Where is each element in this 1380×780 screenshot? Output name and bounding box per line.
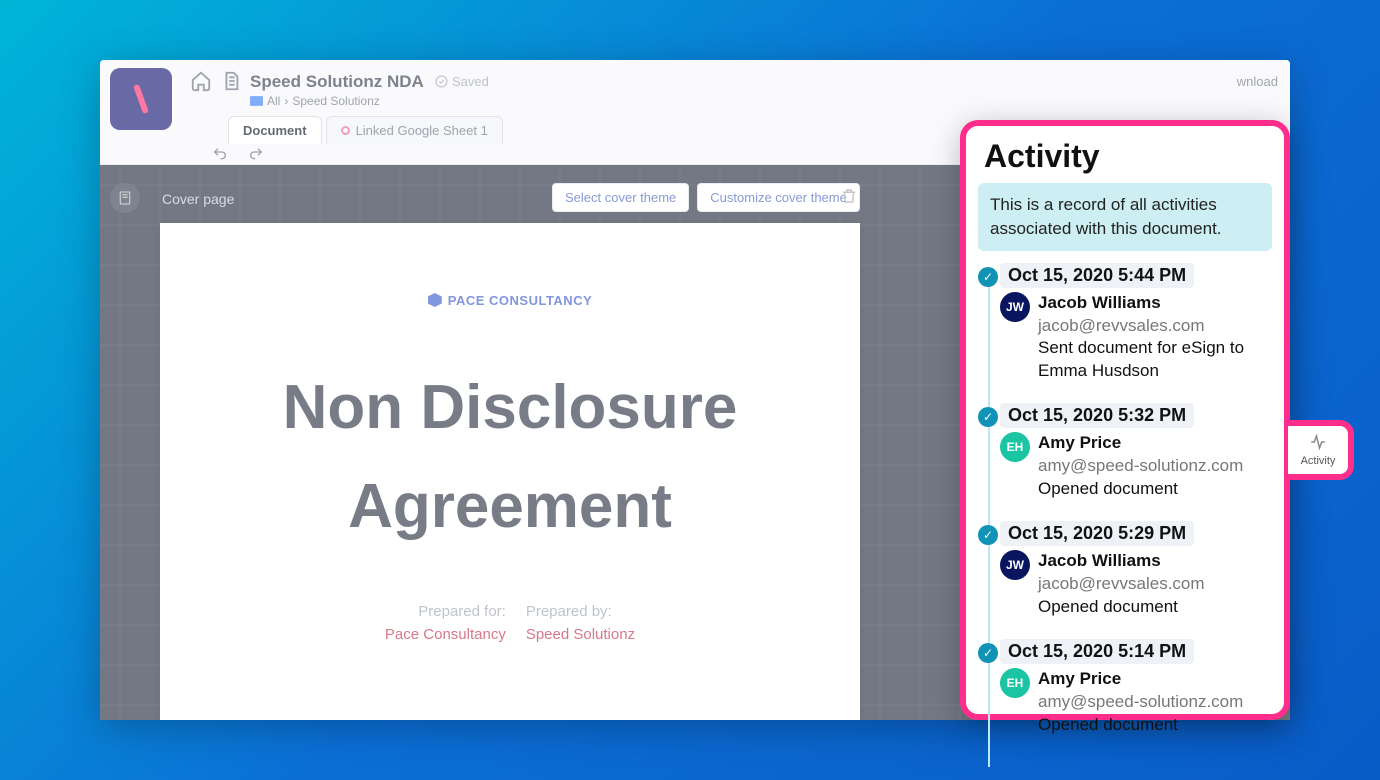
activity-action: Sent document for eSign to Emma Husdson bbox=[1038, 337, 1270, 383]
activity-timestamp: Oct 15, 2020 5:14 PM bbox=[1000, 639, 1194, 664]
avatar: EH bbox=[1000, 432, 1030, 462]
activity-item[interactable]: ✓Oct 15, 2020 5:32 PMEHAmy Priceamy@spee… bbox=[1000, 403, 1270, 501]
check-icon: ✓ bbox=[978, 643, 998, 663]
activity-action: Opened document bbox=[1038, 596, 1205, 619]
activity-user-email: jacob@revvsales.com bbox=[1038, 573, 1205, 596]
activity-user-email: jacob@revvsales.com bbox=[1038, 315, 1270, 338]
activity-user-name: Jacob Williams bbox=[1038, 550, 1205, 573]
activity-action: Opened document bbox=[1038, 478, 1243, 501]
activity-panel: Activity This is a record of all activit… bbox=[960, 120, 1290, 720]
check-icon: ✓ bbox=[978, 267, 998, 287]
activity-user-name: Amy Price bbox=[1038, 668, 1243, 691]
activity-item[interactable]: ✓Oct 15, 2020 5:44 PMJWJacob Williamsjac… bbox=[1000, 263, 1270, 384]
avatar: JW bbox=[1000, 550, 1030, 580]
rail-activity[interactable]: Activity bbox=[1288, 420, 1354, 480]
activity-user-name: Amy Price bbox=[1038, 432, 1243, 455]
activity-action: Opened document bbox=[1038, 714, 1243, 737]
activity-timestamp: Oct 15, 2020 5:29 PM bbox=[1000, 521, 1194, 546]
activity-description: This is a record of all activities assoc… bbox=[978, 183, 1272, 251]
activity-timestamp: Oct 15, 2020 5:32 PM bbox=[1000, 403, 1194, 428]
avatar: EH bbox=[1000, 668, 1030, 698]
activity-user-name: Jacob Williams bbox=[1038, 292, 1270, 315]
activity-list: ✓Oct 15, 2020 5:44 PMJWJacob Williamsjac… bbox=[966, 263, 1284, 767]
activity-user-email: amy@speed-solutionz.com bbox=[1038, 455, 1243, 478]
check-icon: ✓ bbox=[978, 407, 998, 427]
avatar: JW bbox=[1000, 292, 1030, 322]
activity-timestamp: Oct 15, 2020 5:44 PM bbox=[1000, 263, 1194, 288]
activity-title: Activity bbox=[966, 126, 1284, 183]
activity-item[interactable]: ✓Oct 15, 2020 5:14 PMEHAmy Priceamy@spee… bbox=[1000, 639, 1270, 737]
activity-icon bbox=[1307, 433, 1329, 451]
check-icon: ✓ bbox=[978, 525, 998, 545]
activity-user-email: amy@speed-solutionz.com bbox=[1038, 691, 1243, 714]
activity-item[interactable]: ✓Oct 15, 2020 5:29 PMJWJacob Williamsjac… bbox=[1000, 521, 1270, 619]
